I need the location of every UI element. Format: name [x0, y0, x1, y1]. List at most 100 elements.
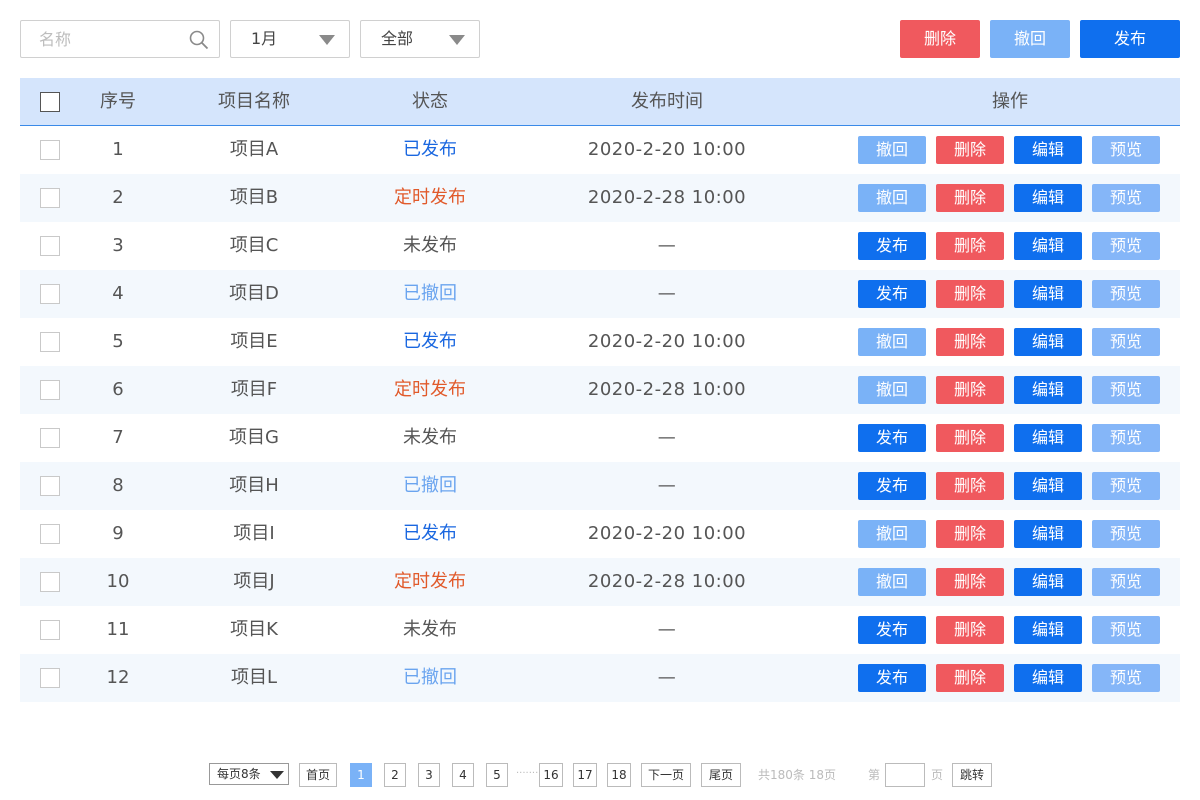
- row-delete-button[interactable]: 删除: [936, 136, 1004, 164]
- row-preview-button[interactable]: 预览: [1092, 664, 1160, 692]
- row-revoke-button[interactable]: 撤回: [858, 568, 926, 596]
- row-checkbox[interactable]: [40, 188, 60, 208]
- chevron-down-icon: [270, 771, 284, 779]
- row-publish-button[interactable]: 发布: [858, 616, 926, 644]
- row-revoke-button[interactable]: 撤回: [858, 184, 926, 212]
- row-delete-button[interactable]: 删除: [936, 568, 1004, 596]
- per-page-select[interactable]: 每页8条: [209, 763, 289, 785]
- row-checkbox[interactable]: [40, 620, 60, 640]
- row-preview-button[interactable]: 预览: [1092, 184, 1160, 212]
- row-publish-button[interactable]: 发布: [858, 424, 926, 452]
- table-row: 9 项目I 已发布 2020-2-20 10:00 撤回 删除 编辑 预览: [20, 510, 1180, 558]
- row-number: 5: [112, 331, 124, 352]
- row-project-name: 项目A: [229, 139, 279, 160]
- goto-suffix-label: 页: [931, 768, 944, 782]
- search-icon[interactable]: [189, 30, 209, 50]
- row-delete-button[interactable]: 删除: [936, 232, 1004, 260]
- last-page-button[interactable]: 尾页: [701, 763, 741, 787]
- row-preview-button[interactable]: 预览: [1092, 376, 1160, 404]
- bulk-publish-button[interactable]: 发布: [1080, 20, 1180, 58]
- goto-page-input[interactable]: [885, 763, 925, 787]
- row-edit-button[interactable]: 编辑: [1014, 568, 1082, 596]
- toolbar: 1月 全部 删除 撤回 发布: [20, 20, 1180, 58]
- select-all-checkbox[interactable]: [40, 92, 60, 112]
- row-status: 未发布: [403, 619, 457, 640]
- row-checkbox[interactable]: [40, 572, 60, 592]
- page-button-3[interactable]: 3: [418, 763, 440, 787]
- row-checkbox[interactable]: [40, 428, 60, 448]
- row-checkbox[interactable]: [40, 476, 60, 496]
- row-number: 11: [106, 619, 130, 640]
- row-checkbox[interactable]: [40, 524, 60, 544]
- row-revoke-button[interactable]: 撤回: [858, 376, 926, 404]
- row-delete-button[interactable]: 删除: [936, 520, 1004, 548]
- page-button-1[interactable]: 1: [350, 763, 372, 787]
- row-checkbox[interactable]: [40, 236, 60, 256]
- next-page-button[interactable]: 下一页: [641, 763, 691, 787]
- page-button-5[interactable]: 5: [486, 763, 508, 787]
- row-edit-button[interactable]: 编辑: [1014, 376, 1082, 404]
- row-publish-time: 2020-2-20 10:00: [587, 139, 747, 160]
- row-status: 已发布: [403, 139, 457, 160]
- row-publish-time: —: [657, 619, 677, 640]
- page-button-18[interactable]: 18: [607, 763, 631, 787]
- row-checkbox[interactable]: [40, 284, 60, 304]
- status-select[interactable]: 全部: [360, 20, 480, 58]
- row-publish-button[interactable]: 发布: [858, 664, 926, 692]
- row-publish-time: 2020-2-28 10:00: [587, 571, 747, 592]
- row-edit-button[interactable]: 编辑: [1014, 520, 1082, 548]
- row-preview-button[interactable]: 预览: [1092, 568, 1160, 596]
- bulk-revoke-button[interactable]: 撤回: [990, 20, 1070, 58]
- search-input[interactable]: [21, 21, 186, 57]
- row-edit-button[interactable]: 编辑: [1014, 664, 1082, 692]
- row-edit-button[interactable]: 编辑: [1014, 424, 1082, 452]
- row-checkbox[interactable]: [40, 140, 60, 160]
- row-publish-button[interactable]: 发布: [858, 232, 926, 260]
- row-edit-button[interactable]: 编辑: [1014, 184, 1082, 212]
- row-revoke-button[interactable]: 撤回: [858, 520, 926, 548]
- row-publish-button[interactable]: 发布: [858, 472, 926, 500]
- row-revoke-button[interactable]: 撤回: [858, 328, 926, 356]
- row-preview-button[interactable]: 预览: [1092, 424, 1160, 452]
- row-checkbox[interactable]: [40, 380, 60, 400]
- row-delete-button[interactable]: 删除: [936, 376, 1004, 404]
- row-checkbox[interactable]: [40, 332, 60, 352]
- row-preview-button[interactable]: 预览: [1092, 232, 1160, 260]
- row-preview-button[interactable]: 预览: [1092, 472, 1160, 500]
- first-page-button[interactable]: 首页: [299, 763, 337, 787]
- chevron-down-icon: [449, 35, 465, 45]
- row-preview-button[interactable]: 预览: [1092, 280, 1160, 308]
- month-select[interactable]: 1月: [230, 20, 350, 58]
- row-publish-time: —: [657, 475, 677, 496]
- project-table: 序号 项目名称 状态 发布时间 操作 1 项目A 已发布 2020-2-20 10:0…: [20, 78, 1180, 702]
- page-button-2[interactable]: 2: [384, 763, 406, 787]
- row-edit-button[interactable]: 编辑: [1014, 328, 1082, 356]
- row-revoke-button[interactable]: 撤回: [858, 136, 926, 164]
- page-button-17[interactable]: 17: [573, 763, 597, 787]
- row-checkbox[interactable]: [40, 668, 60, 688]
- row-publish-button[interactable]: 发布: [858, 280, 926, 308]
- row-preview-button[interactable]: 预览: [1092, 520, 1160, 548]
- row-status: 已发布: [403, 523, 457, 544]
- row-edit-button[interactable]: 编辑: [1014, 616, 1082, 644]
- row-delete-button[interactable]: 删除: [936, 184, 1004, 212]
- page-button-16[interactable]: 16: [539, 763, 563, 787]
- row-edit-button[interactable]: 编辑: [1014, 136, 1082, 164]
- row-number: 1: [112, 139, 124, 160]
- bulk-delete-button[interactable]: 删除: [900, 20, 980, 58]
- row-edit-button[interactable]: 编辑: [1014, 232, 1082, 260]
- page-button-4[interactable]: 4: [452, 763, 474, 787]
- row-delete-button[interactable]: 删除: [936, 424, 1004, 452]
- goto-prefix-label: 第: [868, 768, 881, 782]
- row-delete-button[interactable]: 删除: [936, 328, 1004, 356]
- row-delete-button[interactable]: 删除: [936, 472, 1004, 500]
- row-preview-button[interactable]: 预览: [1092, 616, 1160, 644]
- row-delete-button[interactable]: 删除: [936, 280, 1004, 308]
- row-preview-button[interactable]: 预览: [1092, 136, 1160, 164]
- row-edit-button[interactable]: 编辑: [1014, 472, 1082, 500]
- row-delete-button[interactable]: 删除: [936, 616, 1004, 644]
- row-delete-button[interactable]: 删除: [936, 664, 1004, 692]
- row-edit-button[interactable]: 编辑: [1014, 280, 1082, 308]
- row-preview-button[interactable]: 预览: [1092, 328, 1160, 356]
- jump-button[interactable]: 跳转: [952, 763, 992, 787]
